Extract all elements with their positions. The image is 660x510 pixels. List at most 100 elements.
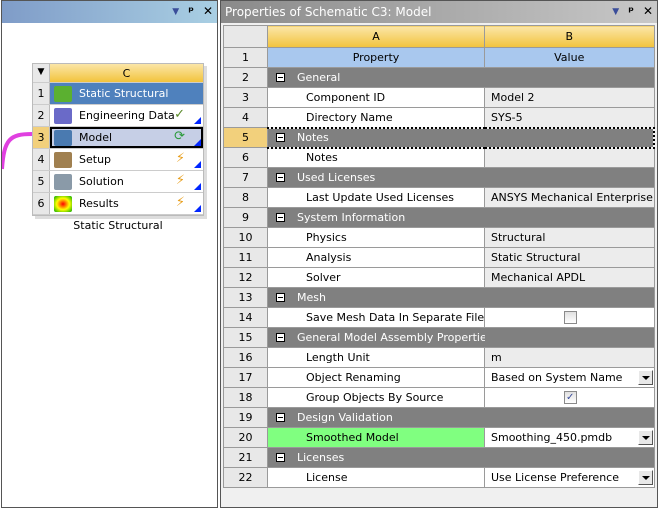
pin-icon[interactable]: ᵖ [628,4,634,18]
pin-icon[interactable]: ᵖ [188,4,194,18]
cell-menu-icon[interactable] [194,161,201,168]
property-row[interactable]: 18 Group Objects By Source ✓ [223,387,655,408]
group-label: General [297,71,341,84]
system-block-static-structural[interactable]: ▼ C 1 Static Structural 2 Engineering Da… [32,63,204,216]
property-row[interactable]: 16 Length Unit m [223,347,655,368]
property-row[interactable]: 12 Solver Mechanical APDL [223,267,655,288]
dropdown-arrow-icon[interactable] [637,470,653,485]
value-text: m [491,351,502,364]
project-schematic-panel: ▼ ᵖ ✕ ▼ C 1 Static Structural 2 Engineerin… [1,0,218,508]
collapse-icon[interactable] [276,413,285,422]
value-dropdown[interactable]: Smoothing_450.pmdb [484,427,655,448]
group-row[interactable]: 21 Licenses [223,447,655,468]
row-number: 22 [223,467,268,488]
properties-title-bar: Properties of Schematic C3: Model ▼ ᵖ ✕ [221,1,657,23]
properties-table: AB 1 Property Value 2 General 3 Component ID M… [223,25,655,488]
system-cell-setup[interactable]: 4 Setup ⚡ [33,149,203,171]
row-number: 3 [33,127,50,148]
status-icon: ⟳ [174,129,185,144]
property-name: Group Objects By Source [267,387,485,408]
close-icon[interactable]: ✕ [203,4,213,18]
system-menu-button[interactable]: ▼ [33,64,50,82]
collapse-icon[interactable] [276,453,285,462]
collapse-icon[interactable] [276,333,285,342]
property-name: Notes [267,147,485,168]
column-header: C [50,64,203,82]
group-label: System Information [297,211,406,224]
property-row[interactable]: 3 Component ID Model 2 [223,87,655,108]
group-label: Mesh [297,291,326,304]
property-name: Save Mesh Data In Separate File [267,307,485,328]
cell-menu-icon[interactable] [194,117,201,124]
group-row[interactable]: 2 General [223,67,655,88]
value-cell: SYS-5 [484,107,655,128]
group-row[interactable]: 15 General Model Assembly Properties [223,327,655,348]
checkbox[interactable] [563,311,577,324]
row-number: 5 [223,127,268,148]
cell-menu-icon[interactable] [194,183,201,190]
row-number: 20 [223,427,268,448]
cell-menu-icon[interactable] [194,139,201,146]
row-number: 2 [223,67,268,88]
property-row[interactable]: 22 License Use License Preference [223,467,655,488]
property-name: Analysis [267,247,485,268]
row-number: 10 [223,227,268,248]
property-name: License [267,467,485,488]
system-cell-engineering-data[interactable]: 2 Engineering Data ✓ [33,105,203,127]
status-icon: ⚡ [175,173,185,188]
column-header-a[interactable]: A [267,25,485,48]
group-label: General Model Assembly Properties [297,331,485,344]
group-row[interactable]: 13 Mesh [223,287,655,308]
row-number: 18 [223,387,268,408]
value-text: Static Structural [491,251,581,264]
property-row[interactable]: 14 Save Mesh Data In Separate File [223,307,655,328]
group-row[interactable]: 5 Notes [223,126,655,149]
row-number: 6 [33,193,50,214]
panel-menu-icon[interactable]: ▼ [172,7,179,18]
group-row[interactable]: 9 System Information [223,207,655,228]
close-icon[interactable]: ✕ [643,4,653,18]
system-name[interactable]: Static Structural [32,219,204,232]
value-text: Use License Preference [491,471,619,484]
property-row[interactable]: 11 Analysis Static Structural [223,247,655,268]
status-icon: ✓ [174,107,185,122]
row-number: 11 [223,247,268,268]
collapse-icon[interactable] [276,213,285,222]
row-number: 1 [223,47,268,68]
dropdown-arrow-icon[interactable] [637,430,653,445]
property-row[interactable]: 20 Smoothed Model Smoothing_450.pmdb [223,427,655,448]
system-cell-model[interactable]: 3 Model ⟳ [33,127,203,149]
system-cell-static-structural[interactable]: 1 Static Structural [33,83,203,105]
value-header: Value [484,47,655,68]
property-row[interactable]: 8 Last Update Used Licenses ANSYS Mechanic… [223,187,655,208]
value-dropdown[interactable]: Use License Preference [484,467,655,488]
property-name: Smoothed Model [267,427,485,448]
collapse-icon[interactable] [276,73,285,82]
property-row[interactable]: 17 Object Renaming Based on System Name [223,367,655,388]
system-cell-solution[interactable]: 5 Solution ⚡ [33,171,203,193]
collapse-icon[interactable] [276,173,285,182]
checkbox[interactable]: ✓ [563,391,577,404]
row-number: 13 [223,287,268,308]
collapse-icon[interactable] [276,133,285,142]
property-row[interactable]: 6 Notes [223,147,655,168]
solution-icon [54,173,72,190]
property-row[interactable]: 10 Physics Structural [223,227,655,248]
property-name: Component ID [267,87,485,108]
property-row[interactable]: 4 Directory Name SYS-5 [223,107,655,128]
cell-menu-icon[interactable] [194,205,201,212]
value-text: ANSYS Mechanical Enterprise [491,191,653,204]
collapse-icon[interactable] [276,293,285,302]
value-cell: Mechanical APDL [484,267,655,288]
panel-menu-icon[interactable]: ▼ [612,7,619,18]
system-cell-results[interactable]: 6 Results ⚡ [33,193,203,215]
group-row[interactable]: 7 Used Licenses [223,167,655,188]
group-row[interactable]: 19 Design Validation [223,407,655,428]
value-cell: Structural [484,227,655,248]
value-text: Model 2 [491,91,535,104]
column-header-b[interactable]: B [484,25,655,48]
dropdown-arrow-icon[interactable] [637,370,653,385]
value-dropdown[interactable]: Based on System Name [484,367,655,388]
row-number: 5 [33,171,50,192]
group-label: Design Validation [297,411,393,424]
